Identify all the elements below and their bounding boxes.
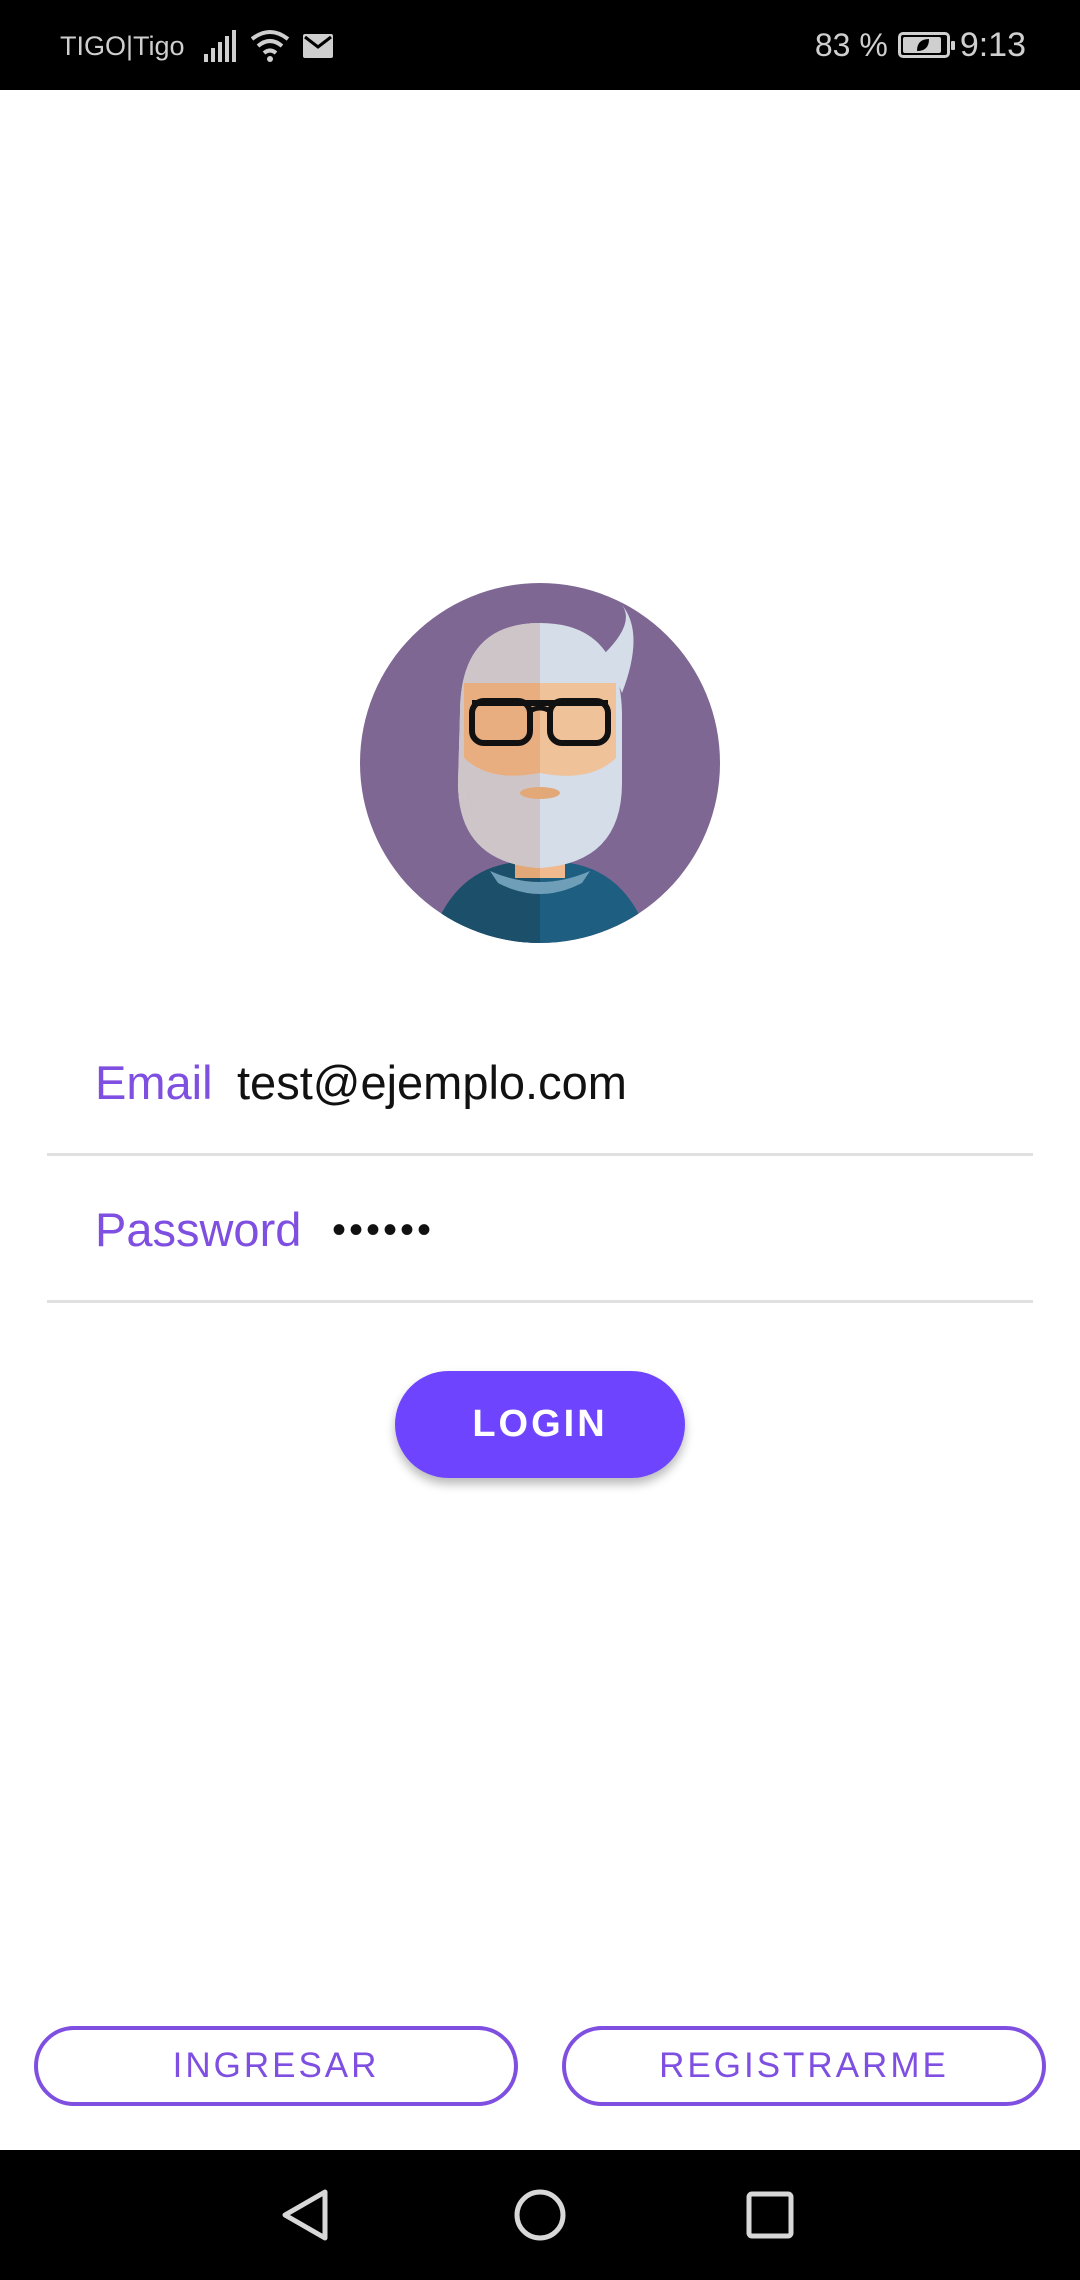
navigation-bar — [0, 2150, 1080, 2280]
battery-percent: 83 % — [814, 26, 888, 63]
back-icon[interactable] — [270, 2180, 340, 2250]
home-icon[interactable] — [505, 2180, 575, 2250]
status-bar: TIGO|Tigo 83 % 9:13 — [0, 0, 1080, 90]
ingresar-button[interactable]: INGRESAR — [34, 2026, 518, 2106]
email-input[interactable] — [237, 1010, 997, 1156]
password-field-row: Password •••••• — [47, 1157, 1033, 1303]
battery-icon — [897, 32, 955, 58]
email-field-row: Email — [47, 1010, 1033, 1156]
password-label: Password — [95, 1203, 302, 1256]
signal-icon — [204, 30, 236, 62]
avatar-icon — [360, 583, 720, 943]
email-label: Email — [95, 1056, 213, 1109]
clock: 9:13 — [959, 25, 1026, 64]
recents-icon[interactable] — [735, 2180, 805, 2250]
registrarme-button[interactable]: REGISTRARME — [562, 2026, 1046, 2106]
wifi-icon — [250, 30, 290, 62]
status-icons — [202, 26, 334, 66]
login-button[interactable]: LOGIN — [395, 1371, 685, 1478]
carrier-name: TIGO|Tigo — [60, 31, 185, 61]
password-input[interactable]: •••••• — [332, 1157, 932, 1303]
status-right: 83 % 9:13 — [815, 0, 1026, 90]
mail-icon — [303, 34, 333, 58]
leaf-icon — [916, 39, 929, 51]
